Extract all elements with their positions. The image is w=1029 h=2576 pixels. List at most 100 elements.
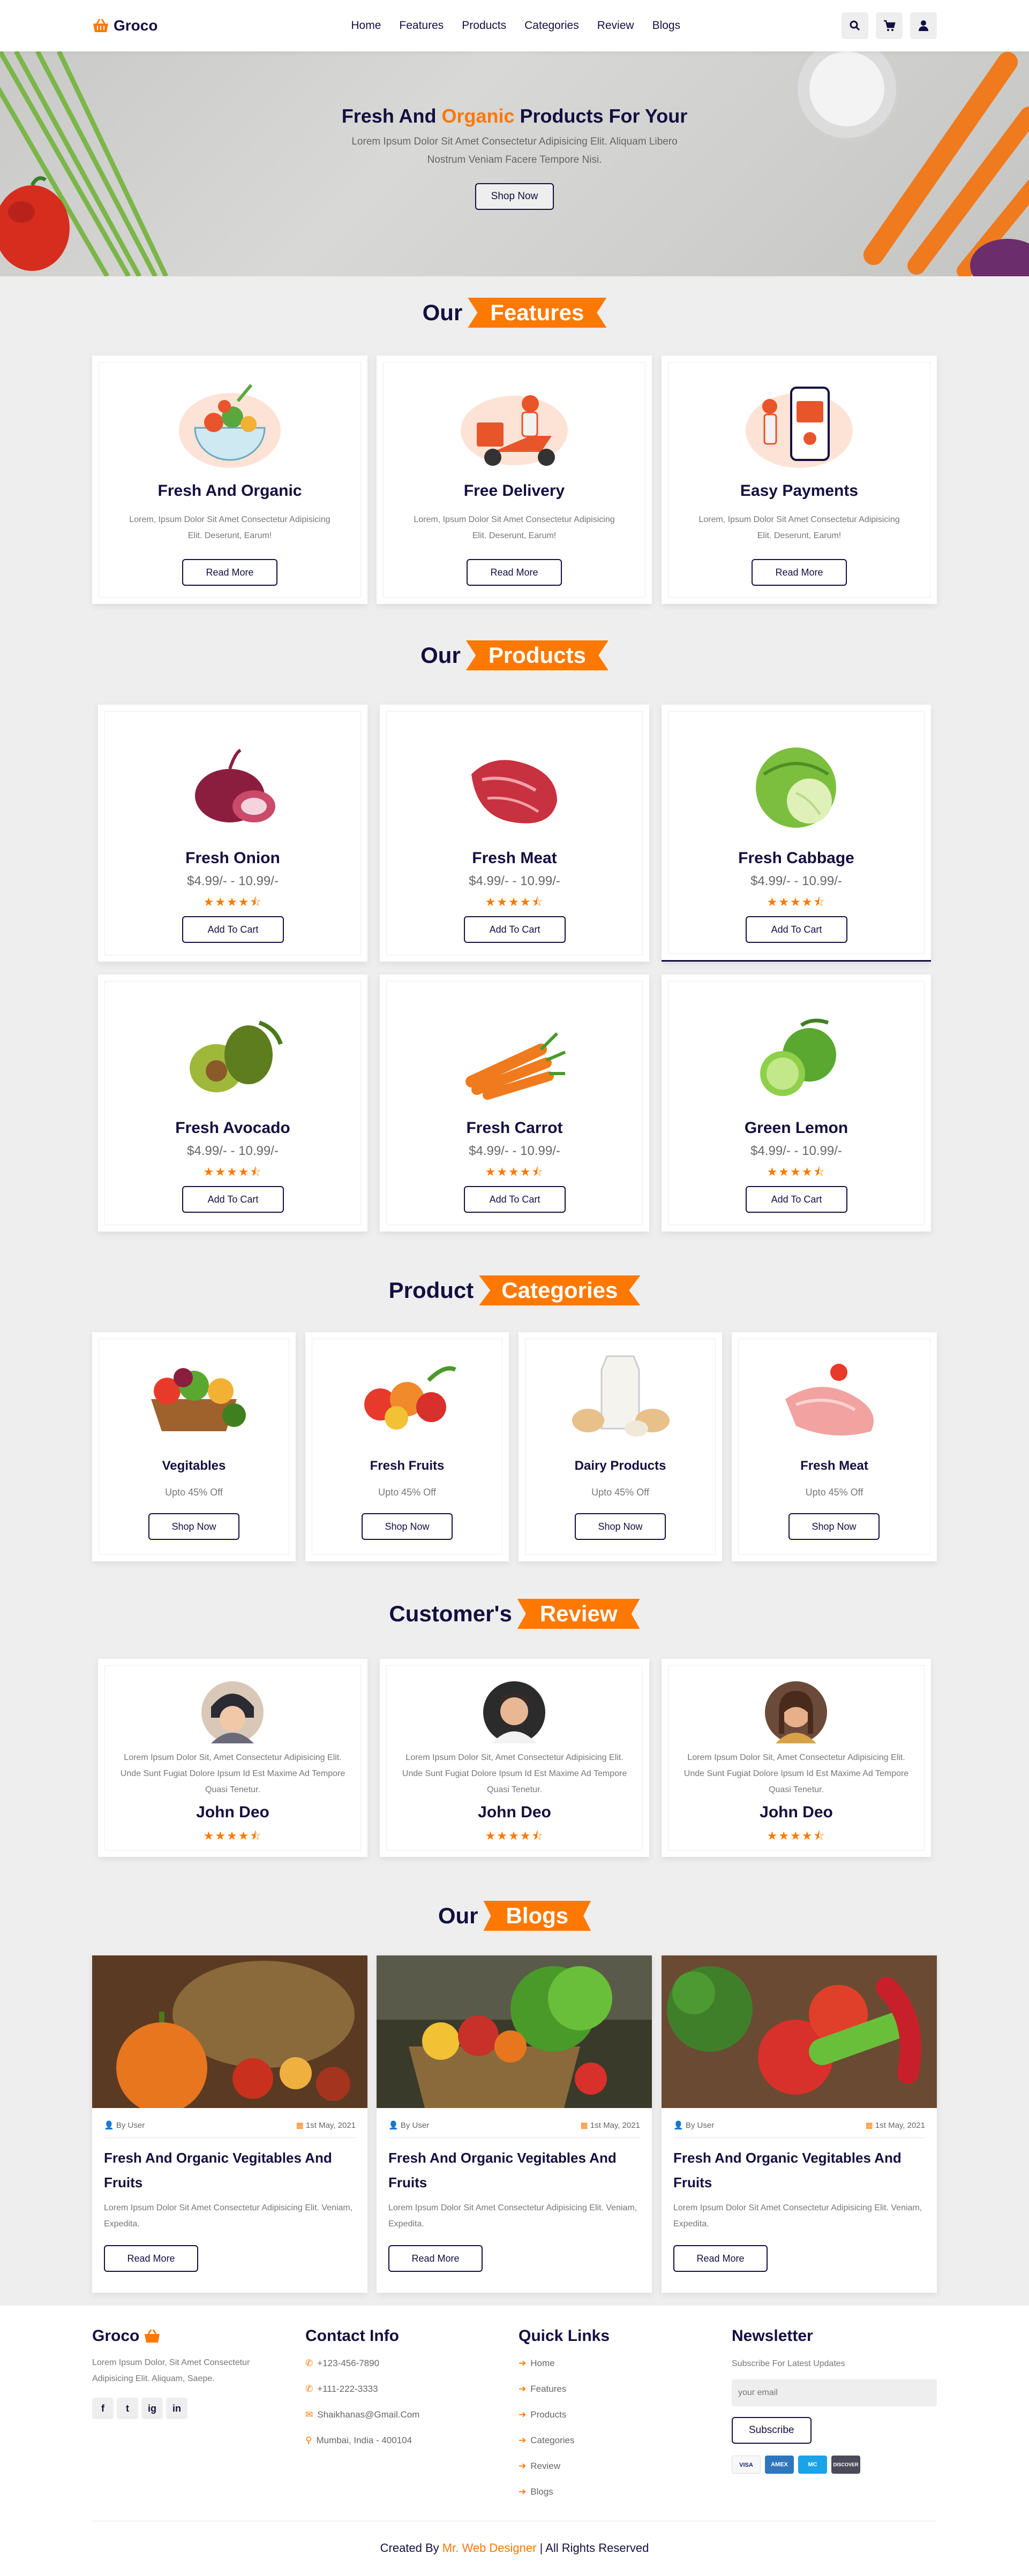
- credits: Created By Mr. Web Designer | All Rights…: [380, 2541, 649, 2555]
- add-to-cart-button[interactable]: Add To Cart: [746, 1186, 847, 1213]
- products-title: Our Products: [0, 640, 1029, 670]
- read-more-button[interactable]: Read More: [467, 559, 562, 586]
- read-more-button[interactable]: Read More: [104, 2245, 198, 2272]
- logo-text: Groco: [114, 17, 158, 34]
- avatar: [765, 1681, 827, 1743]
- basket-icon: [145, 2329, 160, 2343]
- hero-banner: Fresh And Organic Products For Your Lore…: [0, 51, 1029, 276]
- blog-meta: 👤 By User ▦ 1st May, 2021 Fresh And Organ…: [673, 2120, 925, 2272]
- dairy-products-image: [572, 1355, 670, 1437]
- footer-link-features[interactable]: Features: [530, 2376, 566, 2402]
- read-more-button[interactable]: Read More: [182, 559, 277, 586]
- feature-text: Lorem, Ipsum Dolor Sit Amet Consectetur …: [414, 515, 615, 540]
- shop-now-button[interactable]: Shop Now: [475, 183, 554, 210]
- shop-now-button[interactable]: Shop Now: [788, 1513, 880, 1540]
- review-card: Lorem Ipsum Dolor Sit, Amet Consectetur …: [662, 1659, 931, 1857]
- phone-icon: ✆: [305, 2384, 313, 2394]
- rating-stars: ★★★★⯪: [203, 1165, 262, 1179]
- footer-link-categories[interactable]: Categories: [530, 2428, 574, 2453]
- shop-now-button[interactable]: Shop Now: [148, 1513, 239, 1540]
- review-card: Lorem Ipsum Dolor Sit, Amet Consectetur …: [98, 1659, 367, 1857]
- category-card-fruits: Fresh Fruits Upto 45% Off Shop Now: [305, 1332, 509, 1561]
- nav-features[interactable]: Features: [399, 19, 444, 32]
- cart-icon[interactable]: [875, 12, 903, 39]
- category-name: Vegitables: [162, 1459, 226, 1473]
- category-name: Fresh Meat: [800, 1459, 868, 1473]
- product-card-avocado: Fresh Avocado $4.99/- - 10.99/- ★★★★⯪ Ad…: [98, 975, 367, 1232]
- facebook-icon[interactable]: f: [92, 2398, 114, 2419]
- product-card-onion: Fresh Onion $4.99/- - 10.99/- ★★★★⯪ Add …: [98, 705, 367, 962]
- contact-phone[interactable]: +111-222-3333: [317, 2376, 378, 2402]
- blog-card: 👤 By User ▦ 1st May, 2021 Fresh And Organ…: [662, 1955, 937, 2293]
- product-card-cabbage: Fresh Cabbage $4.99/- - 10.99/- ★★★★⯪ Ad…: [662, 705, 931, 962]
- blog-card: 👤 By User ▦ 1st May, 2021 Fresh And Organ…: [377, 1955, 652, 2293]
- shop-now-button[interactable]: Shop Now: [362, 1513, 453, 1540]
- chicken-meat-image: [785, 1364, 874, 1436]
- nav-categories[interactable]: Categories: [524, 19, 579, 32]
- footer-link-home[interactable]: Home: [530, 2351, 554, 2376]
- rating-stars: ★★★★⯪: [767, 895, 826, 909]
- reviewer-name: John Deo: [478, 1803, 551, 1821]
- blogs-title: Our Blogs: [0, 1901, 1029, 1931]
- read-more-button[interactable]: Read More: [752, 559, 847, 586]
- footer-link-blogs[interactable]: Blogs: [530, 2479, 553, 2505]
- product-card-lemon: Green Lemon $4.99/- - 10.99/- ★★★★⯪ Add …: [662, 975, 931, 1232]
- nav-products[interactable]: Products: [462, 19, 506, 32]
- footer-logo: Groco: [92, 2327, 290, 2345]
- blog-meta: 👤 By User ▦ 1st May, 2021 Fresh And Organ…: [104, 2120, 356, 2272]
- read-more-button[interactable]: Read More: [388, 2245, 483, 2272]
- footer-link-products[interactable]: Products: [530, 2402, 566, 2428]
- rating-stars: ★★★★⯪: [767, 1165, 826, 1179]
- search-icon[interactable]: [841, 12, 868, 39]
- lemon-image: [760, 1018, 836, 1096]
- add-to-cart-button[interactable]: Add To Cart: [464, 916, 566, 943]
- newsletter-title: Newsletter: [732, 2327, 813, 2345]
- subscribe-button[interactable]: Subscribe: [732, 2417, 812, 2444]
- user-icon[interactable]: [910, 12, 937, 39]
- fruits-image: [364, 1366, 456, 1430]
- contact-phone[interactable]: +123-456-7890: [317, 2351, 379, 2376]
- add-to-cart-button[interactable]: Add To Cart: [746, 916, 847, 943]
- blog-image: [662, 1955, 937, 2108]
- feature-card-delivery: Free Delivery Lorem, Ipsum Dolor Sit Ame…: [377, 356, 652, 604]
- add-to-cart-button[interactable]: Add To Cart: [182, 916, 284, 943]
- category-offer: Upto 45% Off: [165, 1487, 223, 1498]
- nav-review[interactable]: Review: [597, 19, 634, 32]
- add-to-cart-button[interactable]: Add To Cart: [182, 1186, 284, 1213]
- contact-title: Contact Info: [305, 2327, 399, 2345]
- features-title: Our Features: [0, 298, 1029, 328]
- quick-links-title: Quick Links: [519, 2327, 610, 2345]
- product-name: Fresh Carrot: [466, 1119, 563, 1137]
- nav-blogs[interactable]: Blogs: [652, 19, 681, 32]
- newsletter-email-input[interactable]: [732, 2379, 937, 2406]
- newsletter-text: Subscribe For Latest Updates: [732, 2359, 845, 2368]
- review-title: Customer's Review: [0, 1599, 1029, 1629]
- contact-email[interactable]: Shaikhanas@Gmail.Com: [317, 2402, 419, 2428]
- linkedin-icon[interactable]: in: [166, 2398, 187, 2419]
- categories-title: Product Categories: [0, 1275, 1029, 1305]
- product-price: $4.99/- - 10.99/-: [750, 874, 842, 888]
- product-price: $4.99/- - 10.99/-: [187, 1144, 279, 1158]
- onion-image: [195, 749, 275, 822]
- map-marker-icon: ⚲: [305, 2435, 312, 2445]
- mobile-payment-icon: [746, 387, 853, 468]
- user-icon: 👤: [388, 2121, 399, 2130]
- blog-text: Lorem Ipsum Dolor Sit Amet Consectetur A…: [104, 2203, 353, 2228]
- product-name: Green Lemon: [744, 1119, 848, 1137]
- logo[interactable]: Groco: [92, 17, 157, 34]
- shop-now-button[interactable]: Shop Now: [575, 1513, 666, 1540]
- twitter-icon[interactable]: t: [117, 2398, 138, 2419]
- read-more-button[interactable]: Read More: [673, 2245, 768, 2272]
- add-to-cart-button[interactable]: Add To Cart: [464, 1186, 566, 1213]
- header: Groco Home Features Products Categories …: [0, 0, 1029, 51]
- instagram-icon[interactable]: ig: [141, 2398, 163, 2419]
- blog-text: Lorem Ipsum Dolor Sit Amet Consectetur A…: [673, 2203, 922, 2228]
- hero-content: Fresh And Organic Products For Your Lore…: [0, 105, 1029, 210]
- rating-stars: ★★★★⯪: [203, 895, 262, 909]
- review-text: Lorem Ipsum Dolor Sit, Amet Consectetur …: [684, 1753, 909, 1794]
- designer-link[interactable]: Mr. Web Designer: [442, 2541, 537, 2555]
- footer-link-review[interactable]: Review: [530, 2453, 560, 2479]
- feature-title: Free Delivery: [463, 482, 565, 500]
- nav-home[interactable]: Home: [351, 19, 381, 32]
- product-price: $4.99/- - 10.99/-: [469, 874, 560, 888]
